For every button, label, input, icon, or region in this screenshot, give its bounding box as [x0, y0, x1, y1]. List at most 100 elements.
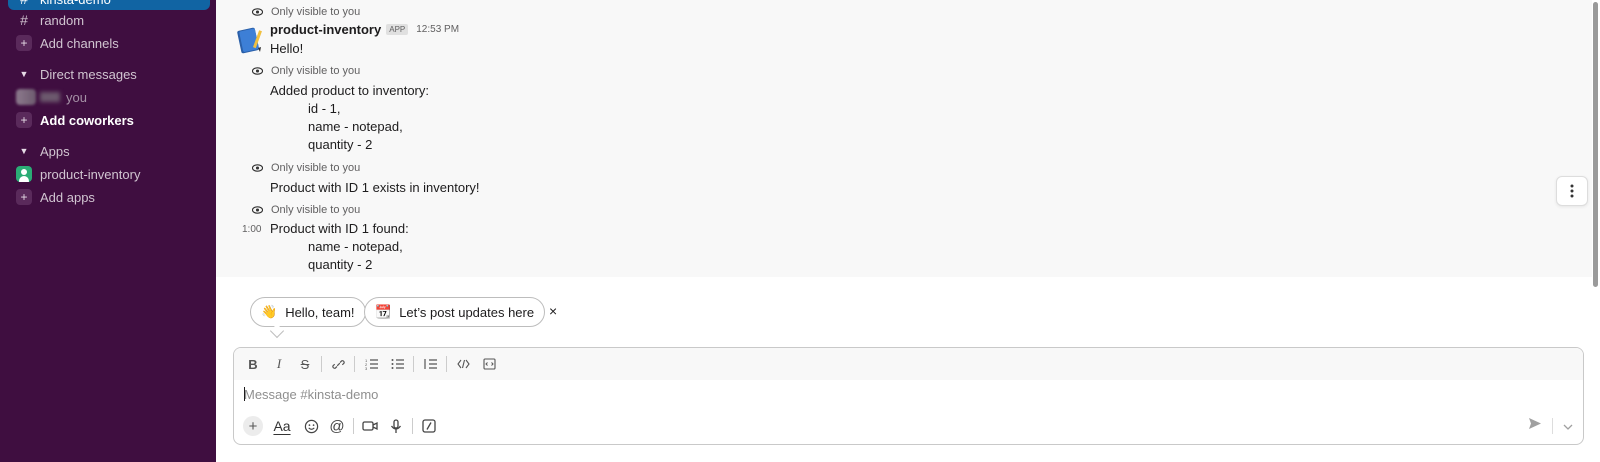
message-list — [216, 0, 1592, 277]
formatting-toggle-button[interactable]: Aa — [266, 413, 298, 439]
sidebar: # kinsta-demo # random + Add channels ▼ … — [0, 0, 216, 462]
more-actions-button[interactable] — [1556, 176, 1588, 206]
send-options-chevron-down-icon[interactable] — [1563, 417, 1573, 435]
ephemeral-label: Only visible to you — [271, 65, 361, 77]
slash-command-icon[interactable] — [416, 413, 442, 439]
add-channels-button[interactable]: + Add channels — [8, 32, 210, 54]
hover-timestamp[interactable]: 1:00 — [242, 224, 261, 235]
chevron-glyph — [1563, 424, 1573, 430]
send-controls — [1528, 412, 1573, 440]
you-label: you — [66, 89, 87, 105]
message-text-added-title: Added product to inventory: — [270, 83, 429, 98]
eye-icon — [252, 164, 263, 172]
video-icon[interactable] — [357, 413, 383, 439]
avatar — [16, 89, 36, 105]
link-icon[interactable] — [325, 351, 351, 377]
send-icon[interactable] — [1528, 417, 1542, 435]
sidebar-channel-random[interactable]: # random — [8, 9, 210, 31]
add-coworkers-button[interactable]: + Add coworkers — [8, 109, 210, 131]
send-divider — [1552, 418, 1553, 434]
add-coworkers-label: Add coworkers — [40, 112, 134, 128]
plus-icon: + — [16, 189, 32, 205]
ephemeral-notice: Only visible to you — [252, 65, 360, 77]
message-composer: B I S 123 + Aa @ — [233, 347, 1584, 445]
message-line: name - notepad, — [308, 119, 403, 134]
sender-name[interactable]: product-inventory — [270, 22, 381, 37]
caret-down-icon: ▼ — [19, 146, 29, 156]
plus-icon: + — [16, 112, 32, 128]
emoji-glyph — [304, 419, 318, 433]
message-input[interactable] — [244, 384, 1544, 404]
ephemeral-notice: Only visible to you — [252, 162, 360, 174]
bold-icon[interactable]: B — [240, 351, 266, 377]
toolbar-divider — [353, 418, 354, 434]
suggestion-chip-hello-team[interactable]: 👋 Hello, team! — [250, 297, 366, 327]
link-glyph — [331, 359, 345, 369]
apps-section-toggle[interactable]: ▼ Apps — [8, 140, 210, 162]
formatting-aa-label: Aa — [273, 418, 291, 434]
video-glyph — [362, 421, 378, 431]
app-avatar — [16, 166, 32, 182]
message-timestamp[interactable]: 12:53 PM — [416, 24, 459, 35]
mention-icon[interactable]: @ — [324, 413, 350, 439]
message-header: product-inventory APP 12:53 PM — [270, 22, 459, 37]
redacted-name — [40, 92, 60, 102]
bulleted-list-icon[interactable] — [384, 351, 410, 377]
message-text-found-title: Product with ID 1 found: — [270, 221, 409, 236]
italic-icon[interactable]: I — [266, 351, 292, 377]
section-label: Direct messages — [40, 66, 137, 82]
ordered-list-glyph: 123 — [365, 358, 378, 370]
chip-label: Let’s post updates here — [399, 304, 535, 320]
add-apps-button[interactable]: + Add apps — [8, 186, 210, 208]
message-line: quantity - 2 — [308, 137, 373, 152]
eye-icon — [252, 8, 263, 16]
chip-label: Hello, team! — [285, 304, 355, 320]
toolbar-divider — [412, 418, 413, 434]
plus-icon: + — [16, 35, 32, 51]
dismiss-suggestions-button[interactable]: × — [549, 303, 557, 319]
toolbar-divider — [413, 356, 414, 372]
add-apps-label: Add apps — [40, 189, 95, 205]
svg-text:3: 3 — [365, 366, 368, 370]
code-icon[interactable] — [450, 351, 476, 377]
message-text-exists: Product with ID 1 exists in inventory! — [270, 180, 480, 195]
sidebar-app-product-inventory[interactable]: product-inventory — [8, 163, 210, 185]
scrollbar-thumb[interactable] — [1593, 2, 1598, 287]
attach-plus-icon[interactable]: + — [243, 416, 263, 436]
caret-down-icon: ▼ — [19, 69, 29, 79]
code-block-icon[interactable] — [476, 351, 502, 377]
message-line: quantity - 2 — [308, 257, 373, 272]
vertical-ellipsis-icon — [1570, 184, 1574, 198]
slash-glyph — [422, 419, 436, 433]
microphone-icon[interactable] — [383, 413, 409, 439]
strikethrough-icon[interactable]: S — [292, 351, 318, 377]
blockquote-glyph — [423, 359, 437, 369]
channel-label: kinsta-demo — [40, 0, 111, 7]
message-text-hello: Hello! — [270, 41, 304, 56]
formatting-toolbar: B I S 123 — [234, 348, 1583, 380]
section-label: Apps — [40, 143, 70, 159]
message-line: name - notepad, — [308, 239, 403, 254]
toolbar-divider — [354, 356, 355, 372]
ordered-list-icon[interactable]: 123 — [358, 351, 384, 377]
hash-icon: # — [20, 12, 28, 28]
eye-icon — [252, 206, 263, 214]
ephemeral-notice: Only visible to you — [252, 204, 360, 216]
send-glyph — [1529, 418, 1541, 429]
ephemeral-label: Only visible to you — [271, 204, 361, 216]
code-block-glyph — [482, 358, 496, 370]
blockquote-icon[interactable] — [417, 351, 443, 377]
direct-messages-section-toggle[interactable]: ▼ Direct messages — [8, 63, 210, 85]
ephemeral-label: Only visible to you — [271, 6, 361, 18]
emoji-icon[interactable] — [298, 413, 324, 439]
notepad-app-avatar-icon[interactable] — [236, 24, 264, 54]
eye-icon — [252, 67, 263, 75]
app-badge: APP — [386, 24, 409, 35]
microphone-glyph — [390, 418, 402, 433]
suggestion-chip-post-updates[interactable]: 📆 Let’s post updates here — [364, 297, 546, 327]
app-label: product-inventory — [40, 166, 141, 182]
toolbar-divider — [321, 356, 322, 372]
sidebar-dm-self[interactable]: you — [8, 86, 210, 108]
text-cursor — [244, 387, 245, 401]
bulleted-list-glyph — [391, 359, 404, 369]
